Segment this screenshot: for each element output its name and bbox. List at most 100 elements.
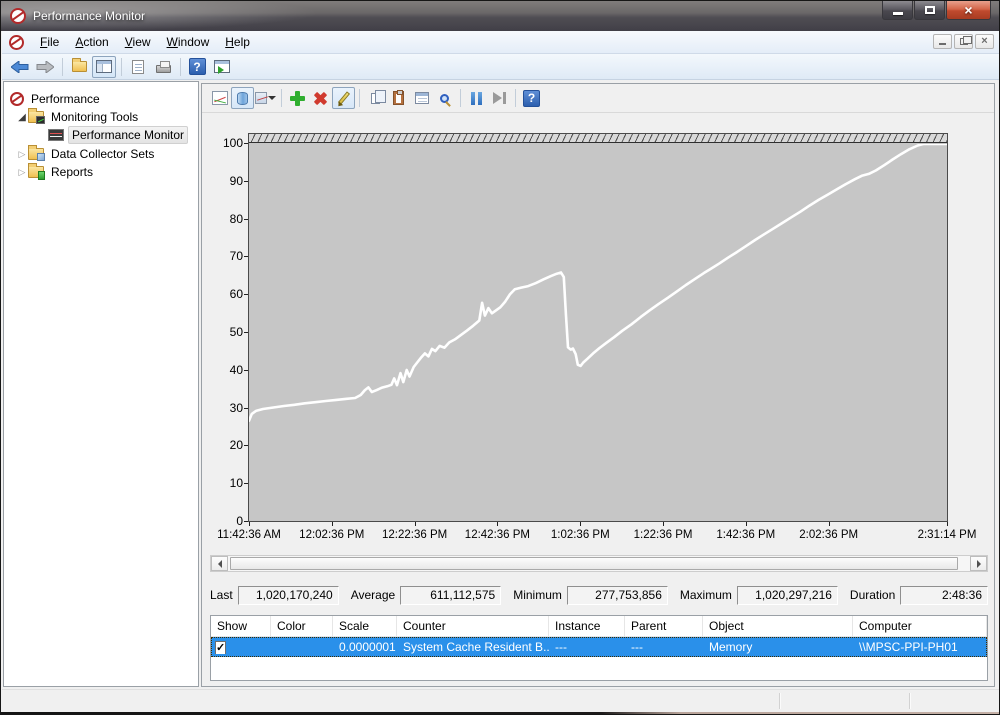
new-window-icon — [214, 60, 230, 73]
menu-window[interactable]: Window — [159, 32, 218, 52]
help-button[interactable]: ? — [185, 56, 209, 78]
maximum-value: 1,020,297,216 — [737, 586, 838, 605]
printer-icon — [156, 65, 171, 73]
over-scale-hatch-band — [249, 134, 947, 143]
y-tick-label: 30 — [213, 401, 243, 415]
log-database-icon — [237, 92, 248, 105]
y-tick-label: 60 — [213, 287, 243, 301]
status-separator — [779, 693, 780, 709]
help-icon: ? — [523, 90, 540, 107]
freeze-display-button[interactable] — [465, 87, 488, 109]
chart-toolbar: ? — [202, 84, 994, 113]
column-header-color[interactable]: Color — [271, 616, 333, 636]
x-tick-mark — [947, 522, 948, 526]
expander-collapsed-icon[interactable]: ▷ — [16, 167, 28, 178]
performance-monitor-pane: ? 0102030405060708090100 11:42:36 AM12:0… — [201, 83, 995, 687]
y-tick-mark — [244, 143, 248, 144]
status-separator — [909, 693, 910, 709]
add-counter-button[interactable] — [286, 87, 309, 109]
column-header-counter[interactable]: Counter — [397, 616, 549, 636]
menu-file[interactable]: File — [32, 32, 67, 52]
view-log-data-button[interactable] — [231, 87, 254, 109]
last-label: Last — [210, 588, 233, 602]
tree-item-reports[interactable]: ▷ Reports — [16, 163, 96, 181]
tree-item-data-collector-sets[interactable]: ▷ Data Collector Sets — [16, 145, 157, 163]
column-header-show[interactable]: Show — [211, 616, 271, 636]
update-data-button[interactable] — [488, 87, 511, 109]
scroll-right-button[interactable] — [970, 556, 987, 571]
legend-header-row: Show Color Scale Counter Instance Parent… — [211, 616, 987, 637]
console-tree: Performance ◢ Monitoring Tools Performan… — [3, 81, 199, 687]
tree-item-performance-monitor[interactable]: Performance Monitor — [48, 126, 188, 144]
window-title: Performance Monitor — [33, 9, 145, 23]
paste-counter-list-button[interactable] — [387, 87, 410, 109]
export-button[interactable] — [67, 56, 91, 78]
y-tick-label: 70 — [213, 249, 243, 263]
zoom-button[interactable] — [433, 87, 456, 109]
scrollbar-track[interactable] — [228, 556, 970, 571]
change-graph-type-button[interactable] — [254, 87, 277, 109]
horizontal-scrollbar[interactable] — [210, 555, 988, 572]
maximize-button[interactable] — [914, 1, 945, 20]
y-tick-mark — [244, 408, 248, 409]
x-tick-mark — [746, 522, 747, 526]
scroll-left-button[interactable] — [211, 556, 228, 571]
graph-properties-button[interactable] — [410, 87, 433, 109]
column-header-scale[interactable]: Scale — [333, 616, 397, 636]
child-minimize-button[interactable] — [933, 34, 952, 49]
cell-parent: --- — [625, 640, 703, 654]
chart-line-svg — [249, 144, 947, 522]
print-button[interactable] — [151, 56, 175, 78]
new-window-button[interactable] — [210, 56, 234, 78]
y-tick-mark — [244, 332, 248, 333]
performance-monitor-window: Performance Monitor × File Action View W… — [0, 0, 1000, 715]
properties-doc-icon — [132, 60, 144, 74]
menu-help[interactable]: Help — [217, 32, 258, 52]
step-forward-icon — [493, 92, 506, 104]
copy-properties-button[interactable] — [364, 87, 387, 109]
highlight-button[interactable] — [332, 87, 355, 109]
menu-view[interactable]: View — [117, 32, 159, 52]
counter-legend-table: Show Color Scale Counter Instance Parent… — [210, 615, 988, 681]
scrollbar-thumb[interactable] — [230, 557, 958, 570]
expander-collapsed-icon[interactable]: ▷ — [16, 149, 28, 160]
x-tick-mark — [415, 522, 416, 526]
y-tick-label: 0 — [213, 514, 243, 528]
last-value: 1,020,170,240 — [238, 586, 339, 605]
child-close-button[interactable]: × — [975, 34, 994, 49]
minimize-button[interactable] — [882, 1, 913, 20]
column-header-computer[interactable]: Computer — [853, 616, 987, 636]
highlighter-icon — [337, 91, 349, 104]
x-tick-label: 2:02:36 PM — [799, 529, 858, 541]
column-header-instance[interactable]: Instance — [549, 616, 625, 636]
close-button[interactable]: × — [946, 1, 991, 20]
toolbar-separator — [460, 89, 461, 107]
column-header-parent[interactable]: Parent — [625, 616, 703, 636]
maximum-label: Maximum — [680, 588, 732, 602]
menu-action[interactable]: Action — [67, 32, 116, 52]
close-icon: × — [964, 3, 972, 17]
folder-icon — [72, 61, 87, 72]
cell-counter: System Cache Resident B... — [397, 640, 549, 654]
x-tick-mark — [332, 522, 333, 526]
chart-help-button[interactable]: ? — [520, 87, 543, 109]
forward-button[interactable] — [33, 56, 57, 78]
tree-item-performance[interactable]: Performance — [10, 90, 103, 108]
properties-button[interactable] — [126, 56, 150, 78]
delete-counter-button[interactable] — [309, 87, 332, 109]
delete-x-icon — [310, 88, 330, 108]
view-current-activity-button[interactable] — [208, 87, 231, 109]
x-tick-mark — [249, 522, 250, 526]
back-button[interactable] — [8, 56, 32, 78]
show-console-tree-button[interactable] — [92, 56, 116, 78]
show-checkbox[interactable]: ✓ — [215, 641, 226, 654]
counter-row-selected[interactable]: ✓ 0.0000001 System Cache Resident B... -… — [211, 637, 987, 657]
expander-expanded-icon[interactable]: ◢ — [16, 112, 28, 123]
minimize-icon — [893, 12, 903, 15]
y-tick-mark — [244, 445, 248, 446]
child-restore-button[interactable] — [954, 34, 973, 49]
tree-item-monitoring-tools[interactable]: ◢ Monitoring Tools — [16, 108, 141, 126]
chart-plot-area[interactable] — [248, 133, 948, 522]
column-header-object[interactable]: Object — [703, 616, 853, 636]
y-tick-mark — [244, 521, 248, 522]
